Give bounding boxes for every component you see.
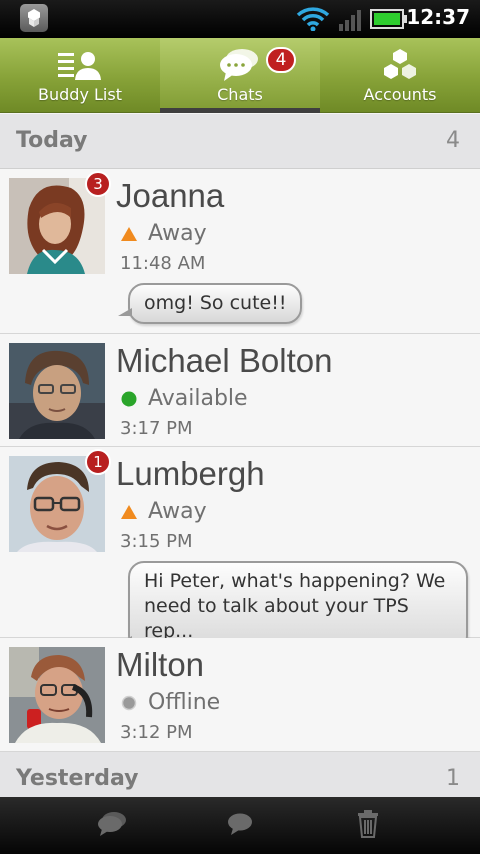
away-triangle-icon bbox=[120, 225, 138, 243]
last-message-line: Hi Peter, what's happening? We bbox=[144, 570, 446, 592]
contact-name: Michael Bolton bbox=[116, 342, 333, 379]
wifi-icon bbox=[296, 5, 330, 35]
avatar bbox=[9, 343, 105, 439]
timestamp: 3:12 PM bbox=[120, 722, 193, 743]
status-text: Available bbox=[148, 386, 248, 411]
section-header-today: Today 4 bbox=[0, 114, 480, 169]
tab-buddy-list-label: Buddy List bbox=[38, 85, 122, 104]
status-text: Away bbox=[148, 221, 207, 246]
last-message-bubble: omg! So cute!! bbox=[117, 283, 303, 324]
contact-name: Joanna bbox=[116, 177, 225, 214]
offline-dot-icon bbox=[120, 694, 138, 712]
timestamp: 3:17 PM bbox=[120, 418, 193, 439]
buddy-list-icon bbox=[56, 48, 104, 82]
chats-unread-badge: 4 bbox=[266, 47, 296, 73]
section-header-yesterday: Yesterday 1 bbox=[0, 752, 480, 800]
delete-button[interactable] bbox=[288, 797, 448, 854]
signal-icon bbox=[338, 8, 364, 36]
tab-chats[interactable]: Chats bbox=[160, 38, 320, 113]
bottom-action-bar bbox=[0, 797, 480, 854]
available-dot-icon bbox=[120, 390, 138, 408]
app-notification-icon bbox=[20, 4, 48, 32]
presence-status: Away bbox=[120, 499, 207, 524]
unread-badge: 3 bbox=[85, 171, 111, 197]
section-title: Yesterday bbox=[16, 766, 139, 791]
chat-bubbles-icon bbox=[218, 48, 262, 82]
tab-buddy-list[interactable]: Buddy List bbox=[0, 38, 160, 113]
status-text: Offline bbox=[148, 690, 221, 715]
tab-chats-label: Chats bbox=[217, 85, 263, 104]
tab-bar: Buddy List Chats Accounts bbox=[0, 38, 480, 113]
chat-row-lumbergh[interactable]: 1 Lumbergh Away 3:15 PM Hi Peter, what's… bbox=[0, 447, 480, 652]
tab-accounts[interactable]: Accounts bbox=[320, 38, 480, 113]
presence-status: Away bbox=[120, 221, 207, 246]
accounts-icon bbox=[382, 48, 418, 82]
chat-row-joanna[interactable]: 3 Joanna Away 11:48 AM omg! So cute!! bbox=[0, 169, 480, 334]
chat-row-milton[interactable]: Milton Offline 3:12 PM bbox=[0, 638, 480, 752]
tab-accounts-label: Accounts bbox=[363, 85, 437, 104]
status-text: Away bbox=[148, 499, 207, 524]
chats-icon bbox=[96, 811, 128, 841]
new-chat-icon bbox=[226, 812, 254, 840]
presence-status: Available bbox=[120, 386, 248, 411]
battery-icon bbox=[370, 9, 408, 33]
avatar bbox=[9, 647, 105, 743]
presence-status: Offline bbox=[120, 690, 220, 715]
last-message-line: need to talk about your TPS rep... bbox=[144, 595, 409, 642]
unread-badge: 1 bbox=[85, 449, 111, 475]
section-count: 1 bbox=[446, 766, 460, 791]
timestamp: 3:15 PM bbox=[120, 531, 193, 552]
section-title: Today bbox=[16, 128, 88, 153]
chat-row-michael-bolton[interactable]: Michael Bolton Available 3:17 PM bbox=[0, 334, 480, 447]
timestamp: 11:48 AM bbox=[120, 253, 206, 274]
clock: 12:37 bbox=[406, 5, 470, 29]
away-triangle-icon bbox=[120, 503, 138, 521]
status-bar: 12:37 bbox=[0, 0, 480, 38]
delete-trash-icon bbox=[357, 809, 379, 842]
contact-name: Milton bbox=[116, 646, 205, 683]
section-count: 4 bbox=[446, 128, 460, 153]
contact-name: Lumbergh bbox=[116, 455, 265, 492]
